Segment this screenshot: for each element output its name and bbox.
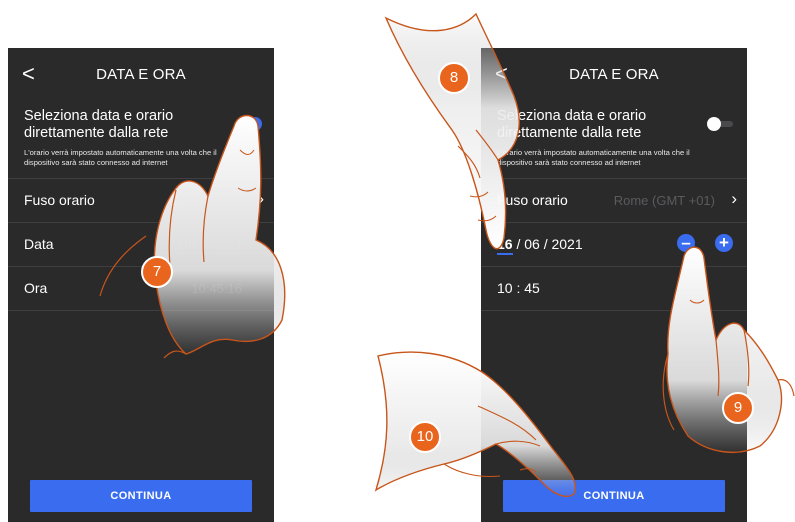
time-value: 10:45:16: [191, 281, 242, 296]
minus-circle-icon[interactable]: –: [677, 234, 695, 252]
toggle-knob: [248, 117, 262, 131]
step-badge-10: 10: [409, 421, 441, 453]
step-badge-7: 7: [141, 256, 173, 288]
time-row: 10 : 45: [481, 266, 747, 311]
network-time-toggle[interactable]: [707, 117, 735, 131]
page-title: DATA E ORA: [96, 66, 186, 83]
timezone-row[interactable]: Fuso orario Rome (GMT +01) ›: [481, 178, 747, 223]
divider: [481, 310, 747, 311]
date-month-year: / 06 / 2021: [512, 236, 583, 252]
header: < DATA E ORA: [8, 48, 274, 100]
network-time-section: Seleziona data e orario direttamente dal…: [481, 106, 747, 178]
timezone-value: Rome (GMT +01): [613, 193, 715, 208]
network-time-label: Seleziona data e orario direttamente dal…: [24, 108, 174, 141]
date-row: Data 16/06/2021: [8, 222, 274, 267]
screen-left: < DATA E ORA Seleziona data e orario dir…: [8, 48, 274, 522]
chevron-right-icon: ›: [258, 189, 264, 208]
date-row: 16 / 06 / 2021 – +: [481, 222, 747, 267]
network-time-section: Seleziona data e orario direttamente dal…: [8, 106, 274, 178]
plus-circle-icon[interactable]: +: [715, 234, 733, 252]
timezone-label: Fuso orario: [497, 192, 568, 208]
date-value: 16/06/2021: [176, 237, 242, 252]
date-editor: 16 / 06 / 2021: [497, 236, 583, 255]
continue-button[interactable]: CONTINUA: [30, 480, 252, 512]
network-time-description: L'orario verrà impostato automaticamente…: [497, 148, 690, 167]
toggle-knob: [707, 117, 721, 131]
divider: [8, 310, 274, 311]
page-title: DATA E ORA: [569, 66, 659, 83]
network-time-label: Seleziona data e orario direttamente dal…: [497, 108, 647, 141]
time-label: Ora: [24, 280, 48, 296]
step-badge-8: 8: [438, 62, 470, 94]
date-day-field[interactable]: 16: [497, 236, 513, 255]
chevron-right-icon: ›: [731, 189, 737, 208]
timezone-value: E: [169, 193, 178, 208]
timezone-row[interactable]: Fuso orario E ›: [8, 178, 274, 223]
screen-right: < DATA E ORA Seleziona data e orario dir…: [481, 48, 747, 522]
header: < DATA E ORA: [481, 48, 747, 100]
network-time-description: L'orario verrà impostato automaticamente…: [24, 148, 217, 167]
date-label: Data: [24, 236, 54, 252]
continue-button[interactable]: CONTINUA: [503, 480, 725, 512]
step-badge-9: 9: [722, 392, 754, 424]
network-time-toggle[interactable]: [234, 117, 262, 131]
timezone-label: Fuso orario: [24, 192, 95, 208]
time-value[interactable]: 10 : 45: [497, 280, 540, 296]
